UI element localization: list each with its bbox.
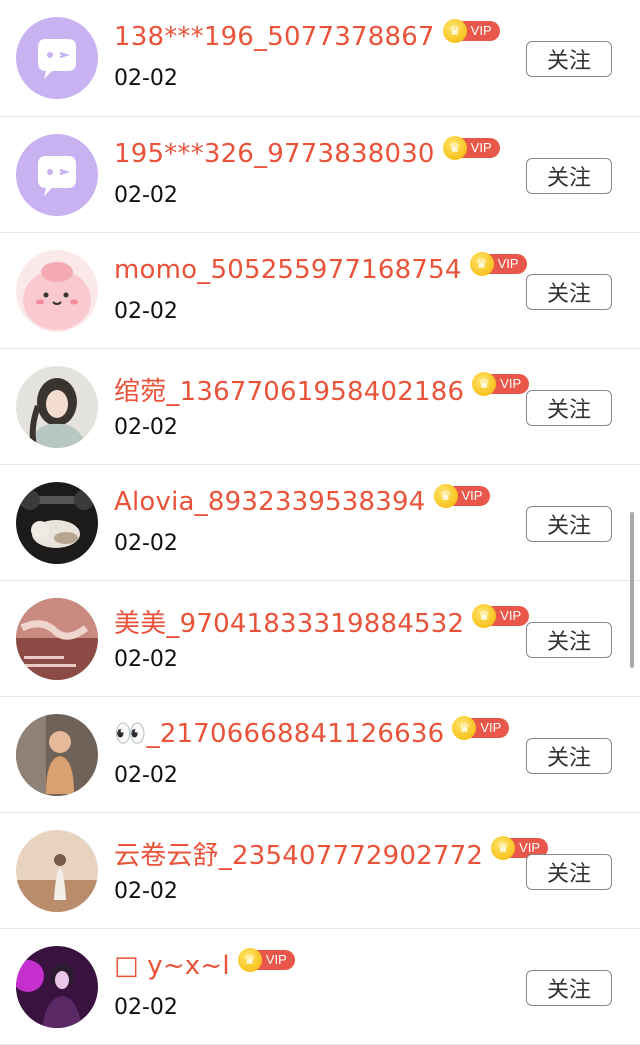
vip-badge: ♛ VIP [472, 603, 530, 628]
follow-date: 02-02 [114, 647, 178, 672]
crown-icon: ♛ [472, 603, 497, 628]
vip-badge: ♛ VIP [442, 136, 500, 160]
name-line: □ y~x~l ♛ VIP [114, 948, 295, 981]
follow-date: 02-02 [114, 995, 178, 1020]
avatar[interactable] [16, 598, 98, 680]
user-name[interactable]: Alovia_8932339538394 [114, 487, 426, 517]
follow-button[interactable]: 关注 [526, 274, 612, 310]
user-name[interactable]: □ y~x~l [114, 951, 230, 981]
vip-badge: ♛ VIP [433, 484, 491, 508]
crown-icon: ♛ [472, 371, 497, 396]
follow-date: 02-02 [114, 183, 178, 208]
vip-badge: ♛ VIP [452, 716, 510, 740]
user-name[interactable]: 138***196_5077378867 [114, 22, 435, 52]
chat-bubble-avatar-icon [16, 134, 98, 216]
follow-date: 02-02 [114, 299, 178, 324]
list-item[interactable]: □ y~x~l ♛ VIP 02-02 关注 [0, 929, 640, 1045]
name-line: 195***326_9773838030 ♛ VIP [114, 136, 500, 169]
follow-button[interactable]: 关注 [526, 158, 612, 194]
follow-button[interactable]: 关注 [526, 390, 612, 426]
field-girl-avatar-icon [16, 830, 98, 912]
photo-avatar-icon [16, 598, 98, 680]
list-item[interactable]: 👀_21706668841126636 ♛ VIP 02-02 关注 [0, 697, 640, 813]
follow-date: 02-02 [114, 66, 178, 91]
avatar[interactable] [16, 482, 98, 564]
list-item[interactable]: momo_505255977168754 ♛ VIP 02-02 关注 [0, 233, 640, 349]
follow-date: 02-02 [114, 879, 178, 904]
name-line: 云卷云舒_235407772902772 ♛ VIP [114, 835, 549, 872]
name-line: 绾菀_13677061958402186 ♛ VIP [114, 371, 530, 408]
name-line: 美美_97041833319884532 ♛ VIP [114, 603, 530, 640]
avatar[interactable] [16, 830, 98, 912]
crown-icon: ♛ [469, 252, 494, 276]
name-line: momo_505255977168754 ♛ VIP [114, 252, 527, 285]
crown-icon: ♛ [237, 948, 262, 972]
list-item[interactable]: 美美_97041833319884532 ♛ VIP 02-02 关注 [0, 581, 640, 697]
user-name[interactable]: 195***326_9773838030 [114, 139, 435, 169]
avatar[interactable] [16, 250, 98, 332]
follow-date: 02-02 [114, 763, 178, 788]
toddler-avatar-icon [16, 714, 98, 796]
list-item[interactable]: 138***196_5077378867 ♛ VIP 02-02 关注 [0, 0, 640, 117]
user-name[interactable]: 云卷云舒_235407772902772 [114, 835, 483, 872]
list-item[interactable]: Alovia_8932339538394 ♛ VIP 02-02 关注 [0, 465, 640, 581]
cat-dumbbell-avatar-icon [16, 482, 98, 564]
follower-list: 138***196_5077378867 ♛ VIP 02-02 关注 195*… [0, 0, 640, 1045]
user-name[interactable]: momo_505255977168754 [114, 255, 462, 285]
follow-date: 02-02 [114, 531, 178, 556]
user-name[interactable]: 绾菀_13677061958402186 [114, 371, 464, 408]
avatar[interactable] [16, 366, 98, 448]
follow-button[interactable]: 关注 [526, 854, 612, 890]
name-line: 👀_21706668841126636 ♛ VIP [114, 716, 510, 749]
follow-button[interactable]: 关注 [526, 738, 612, 774]
follow-button[interactable]: 关注 [526, 622, 612, 658]
list-item[interactable]: 绾菀_13677061958402186 ♛ VIP 02-02 关注 [0, 349, 640, 465]
crown-icon: ♛ [433, 484, 458, 508]
avatar[interactable] [16, 714, 98, 796]
avatar[interactable] [16, 17, 98, 99]
chat-bubble-avatar-icon [16, 17, 98, 99]
cartoon-pink-avatar-icon [16, 250, 98, 332]
follow-date: 02-02 [114, 415, 178, 440]
name-line: Alovia_8932339538394 ♛ VIP [114, 484, 491, 517]
crown-icon: ♛ [442, 136, 467, 160]
vip-badge: ♛ VIP [442, 19, 500, 43]
vip-badge: ♛ VIP [472, 371, 530, 396]
vip-badge: ♛ VIP [237, 948, 295, 972]
name-line: 138***196_5077378867 ♛ VIP [114, 19, 500, 52]
user-name[interactable]: 👀_21706668841126636 [114, 719, 444, 749]
follow-button[interactable]: 关注 [526, 506, 612, 542]
crown-icon: ♛ [442, 19, 467, 43]
avatar[interactable] [16, 946, 98, 1028]
purple-girl-avatar-icon [16, 946, 98, 1028]
list-item[interactable]: 云卷云舒_235407772902772 ♛ VIP 02-02 关注 [0, 813, 640, 929]
portrait-avatar-icon [16, 366, 98, 448]
crown-icon: ♛ [491, 835, 516, 860]
scrollbar[interactable] [630, 512, 634, 668]
user-name[interactable]: 美美_97041833319884532 [114, 603, 464, 640]
vip-badge: ♛ VIP [469, 252, 527, 276]
avatar[interactable] [16, 134, 98, 216]
follow-button[interactable]: 关注 [526, 970, 612, 1006]
list-item[interactable]: 195***326_9773838030 ♛ VIP 02-02 关注 [0, 117, 640, 233]
follow-button[interactable]: 关注 [526, 41, 612, 77]
